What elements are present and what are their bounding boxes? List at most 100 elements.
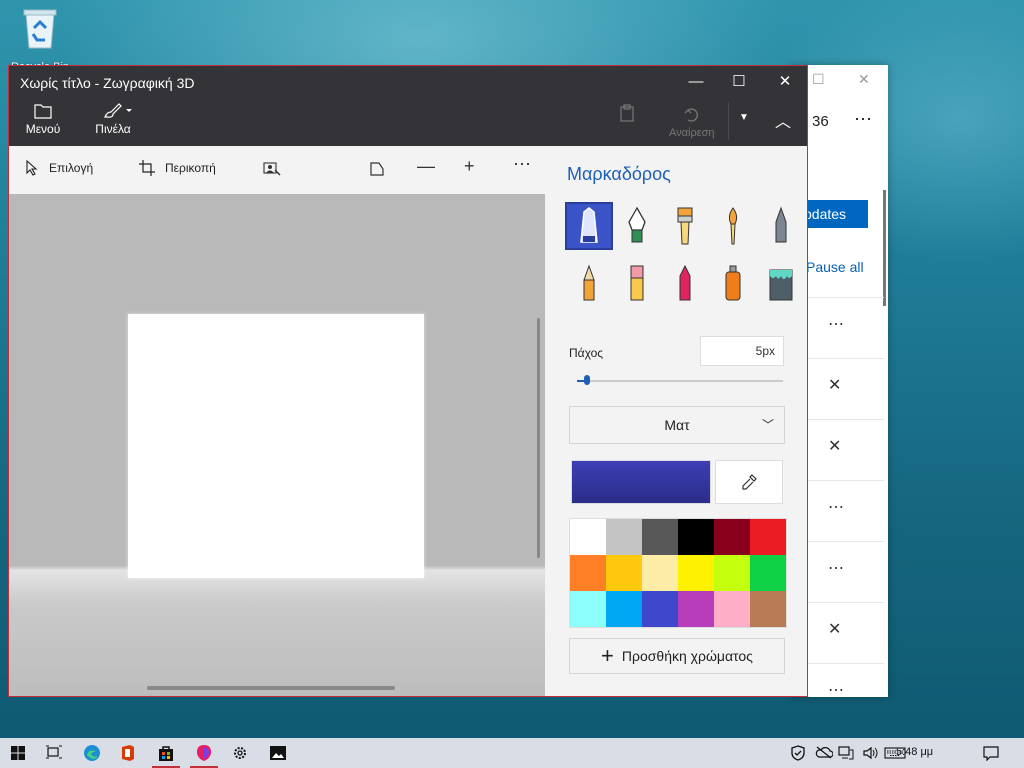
color-swatch[interactable] (750, 591, 786, 627)
minimize-button[interactable]: — (686, 72, 706, 92)
paint3d-window: Χωρίς τίτλο - Ζωγραφική 3D — ☐ ✕ Μενού Π… (8, 65, 808, 697)
color-swatch[interactable] (606, 519, 642, 555)
color-swatch[interactable] (714, 591, 750, 627)
horizontal-scrollbar[interactable] (147, 686, 395, 690)
more-options-icon[interactable]: ⋯ (513, 154, 531, 175)
row-action-icon[interactable]: ✕ (828, 436, 841, 456)
row-action-icon[interactable]: ⋯ (828, 497, 844, 517)
color-swatch[interactable] (570, 519, 606, 555)
pen-icon (628, 206, 646, 243)
fill-brush[interactable] (759, 262, 803, 306)
color-swatch[interactable] (642, 591, 678, 627)
color-swatch[interactable] (570, 591, 606, 627)
color-swatch[interactable] (678, 555, 714, 591)
task-view-icon (46, 745, 62, 759)
notifications-icon[interactable] (982, 745, 1000, 761)
bg-close-icon[interactable]: ✕ (858, 71, 870, 88)
eyedropper-button[interactable] (715, 460, 783, 504)
color-swatch[interactable] (714, 519, 750, 555)
edge-button[interactable] (74, 738, 110, 768)
get-updates-button[interactable]: pdates (800, 200, 868, 228)
watercolor-icon (728, 207, 738, 245)
thickness-input[interactable]: 5px (700, 336, 784, 366)
store-button[interactable] (148, 738, 184, 768)
crop-icon (139, 160, 155, 176)
undo-button[interactable]: Αναίρεση (669, 106, 715, 139)
marker-brush[interactable] (565, 202, 613, 250)
collapse-toolbar-icon[interactable]: ︿ (775, 108, 791, 132)
eraser-brush[interactable] (615, 262, 659, 306)
zoom-in-icon[interactable]: + (464, 156, 475, 177)
color-swatch[interactable] (678, 519, 714, 555)
color-swatch[interactable] (714, 555, 750, 591)
select-tool[interactable]: Επιλογή (25, 160, 93, 176)
paste-icon[interactable] (619, 104, 635, 122)
color-swatch[interactable] (642, 519, 678, 555)
row-action-icon[interactable]: ⋯ (828, 558, 844, 578)
window-title: Χωρίς τίτλο - Ζωγραφική 3D (20, 75, 195, 91)
onedrive-icon[interactable] (815, 745, 833, 759)
bg-maximize-icon[interactable]: ☐ (812, 71, 825, 88)
row-action-icon[interactable]: ✕ (828, 619, 841, 639)
history-dropdown-icon[interactable]: ▼ (739, 112, 749, 123)
color-swatch[interactable] (606, 591, 642, 627)
magic-select-icon[interactable] (263, 161, 281, 177)
finish-value: Ματ (664, 417, 690, 433)
bg-scrollbar[interactable] (883, 190, 886, 306)
color-swatch[interactable] (570, 555, 606, 591)
color-swatch[interactable] (750, 519, 786, 555)
taskbar: 5:48 μμ (0, 738, 1024, 768)
drawing-canvas[interactable] (128, 314, 424, 578)
view-3d-icon[interactable] (369, 161, 385, 177)
recycle-bin-shortcut[interactable]: Recycle Bin (8, 6, 72, 71)
store-bag-icon (159, 746, 173, 761)
network-icon[interactable] (838, 746, 854, 760)
vertical-scrollbar[interactable] (537, 318, 540, 558)
task-view-button[interactable] (36, 738, 72, 768)
pencil-brush[interactable] (567, 262, 611, 306)
color-swatch[interactable] (678, 591, 714, 627)
brushes-button[interactable]: Πινέλα (91, 102, 135, 136)
settings-button[interactable] (222, 738, 258, 768)
spray-can-brush[interactable] (711, 262, 755, 306)
maximize-button[interactable]: ☐ (729, 72, 749, 92)
office-button[interactable] (110, 738, 146, 768)
color-swatch[interactable] (606, 555, 642, 591)
volume-icon[interactable] (862, 745, 878, 761)
current-color-swatch[interactable] (571, 460, 711, 504)
brush-panel: Μαρκαδόρος Πάχος 5px Ματ ﹀ + Προσθήκη χρ… (545, 146, 807, 696)
watercolor-brush[interactable] (711, 204, 755, 248)
add-color-label: Προσθήκη χρώματος (621, 648, 753, 664)
paint3d-taskbar-button[interactable] (186, 738, 222, 768)
calligraphy-pen-brush[interactable] (615, 204, 659, 248)
finish-dropdown[interactable]: Ματ ﹀ (569, 406, 785, 444)
pause-all-link[interactable]: Pause all (806, 259, 864, 275)
brushes-label: Πινέλα (95, 122, 131, 136)
close-button[interactable]: ✕ (775, 72, 795, 92)
select-label: Επιλογή (49, 161, 94, 175)
color-swatch[interactable] (642, 555, 678, 591)
row-action-icon[interactable]: ✕ (828, 375, 841, 395)
thickness-label: Πάχος (569, 346, 604, 360)
pencil-icon (583, 264, 595, 301)
eyedropper-icon (742, 474, 757, 490)
photos-button[interactable] (260, 738, 296, 768)
canvas-area[interactable] (9, 194, 545, 696)
thickness-slider[interactable] (577, 375, 783, 385)
bg-more-icon[interactable]: ⋯ (854, 109, 873, 130)
color-swatch[interactable] (750, 555, 786, 591)
add-color-button[interactable]: + Προσθήκη χρώματος (569, 638, 785, 674)
thickness-slider-thumb[interactable] (584, 375, 591, 385)
pixel-pen-brush[interactable] (759, 204, 803, 248)
defender-shield-icon[interactable] (790, 745, 806, 761)
row-action-icon[interactable]: ⋯ (828, 314, 844, 334)
start-button[interactable] (0, 738, 36, 768)
crayon-brush[interactable] (663, 262, 707, 306)
clock[interactable]: 5:48 μμ (896, 746, 933, 758)
crop-tool[interactable]: Περικοπή (139, 160, 216, 176)
row-action-icon[interactable]: ⋯ (828, 680, 844, 700)
zoom-out-icon[interactable]: — (417, 156, 435, 177)
oil-brush[interactable] (663, 204, 707, 248)
menu-button[interactable]: Μενού (23, 102, 63, 136)
crayon-icon (679, 264, 691, 301)
